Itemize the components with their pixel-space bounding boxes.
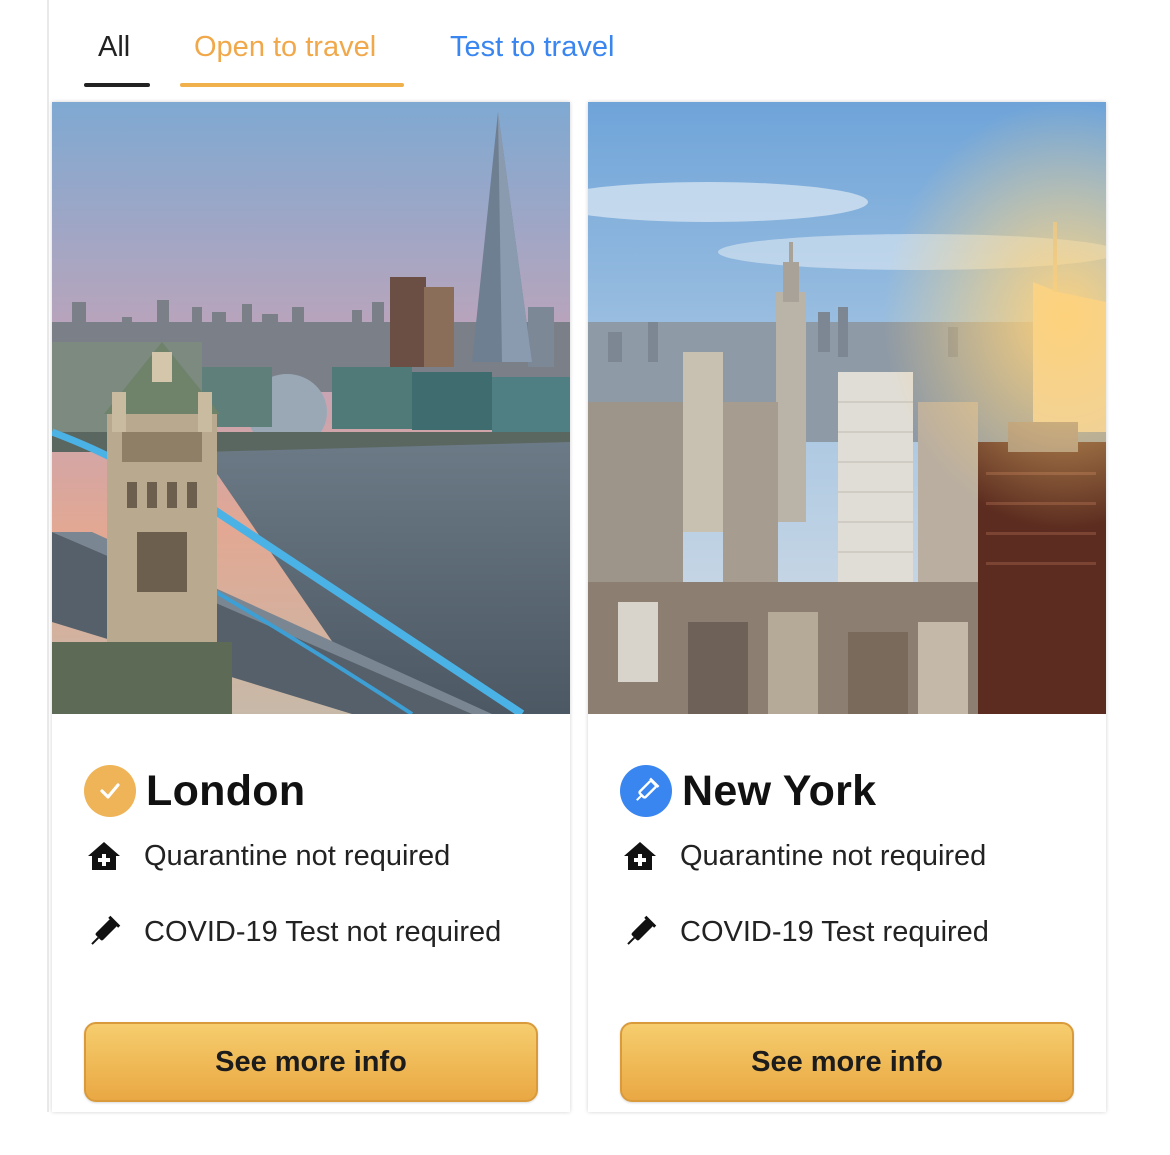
test-text: COVID-19 Test not required bbox=[144, 915, 502, 948]
destination-card-new-york: New York Quarantine not required COVID-1… bbox=[588, 102, 1106, 1112]
city-name: London bbox=[146, 766, 306, 815]
house-medical-icon bbox=[620, 836, 660, 876]
quarantine-row: Quarantine not required bbox=[620, 836, 986, 876]
city-name: New York bbox=[682, 766, 877, 815]
city-heading: New York bbox=[620, 764, 876, 818]
quarantine-text: Quarantine not required bbox=[680, 839, 987, 872]
see-more-info-button[interactable]: See more info bbox=[620, 1022, 1074, 1102]
syringe-icon bbox=[620, 912, 660, 952]
syringe-icon bbox=[84, 912, 124, 952]
tab-all[interactable]: All bbox=[98, 28, 130, 66]
test-text: COVID-19 Test required bbox=[680, 915, 989, 948]
tab-open-underline bbox=[180, 83, 404, 87]
london-tower-bridge-photo bbox=[52, 102, 570, 714]
new-york-skyline-photo bbox=[588, 102, 1106, 714]
test-row: COVID-19 Test required bbox=[620, 912, 989, 952]
tab-open-to-travel[interactable]: Open to travel bbox=[194, 28, 376, 66]
see-more-info-button[interactable]: See more info bbox=[84, 1022, 538, 1102]
quarantine-row: Quarantine not required bbox=[84, 836, 450, 876]
destination-card-london: London Quarantine not required COVID-19 … bbox=[52, 102, 570, 1112]
check-circle-icon bbox=[84, 765, 136, 817]
city-heading: London bbox=[84, 764, 305, 818]
tab-all-underline bbox=[84, 83, 150, 87]
tab-test-to-travel[interactable]: Test to travel bbox=[450, 28, 614, 66]
quarantine-text: Quarantine not required bbox=[144, 839, 451, 872]
syringe-circle-icon bbox=[620, 765, 672, 817]
page-left-border bbox=[47, 0, 49, 1112]
house-medical-icon bbox=[84, 836, 124, 876]
test-row: COVID-19 Test not required bbox=[84, 912, 501, 952]
